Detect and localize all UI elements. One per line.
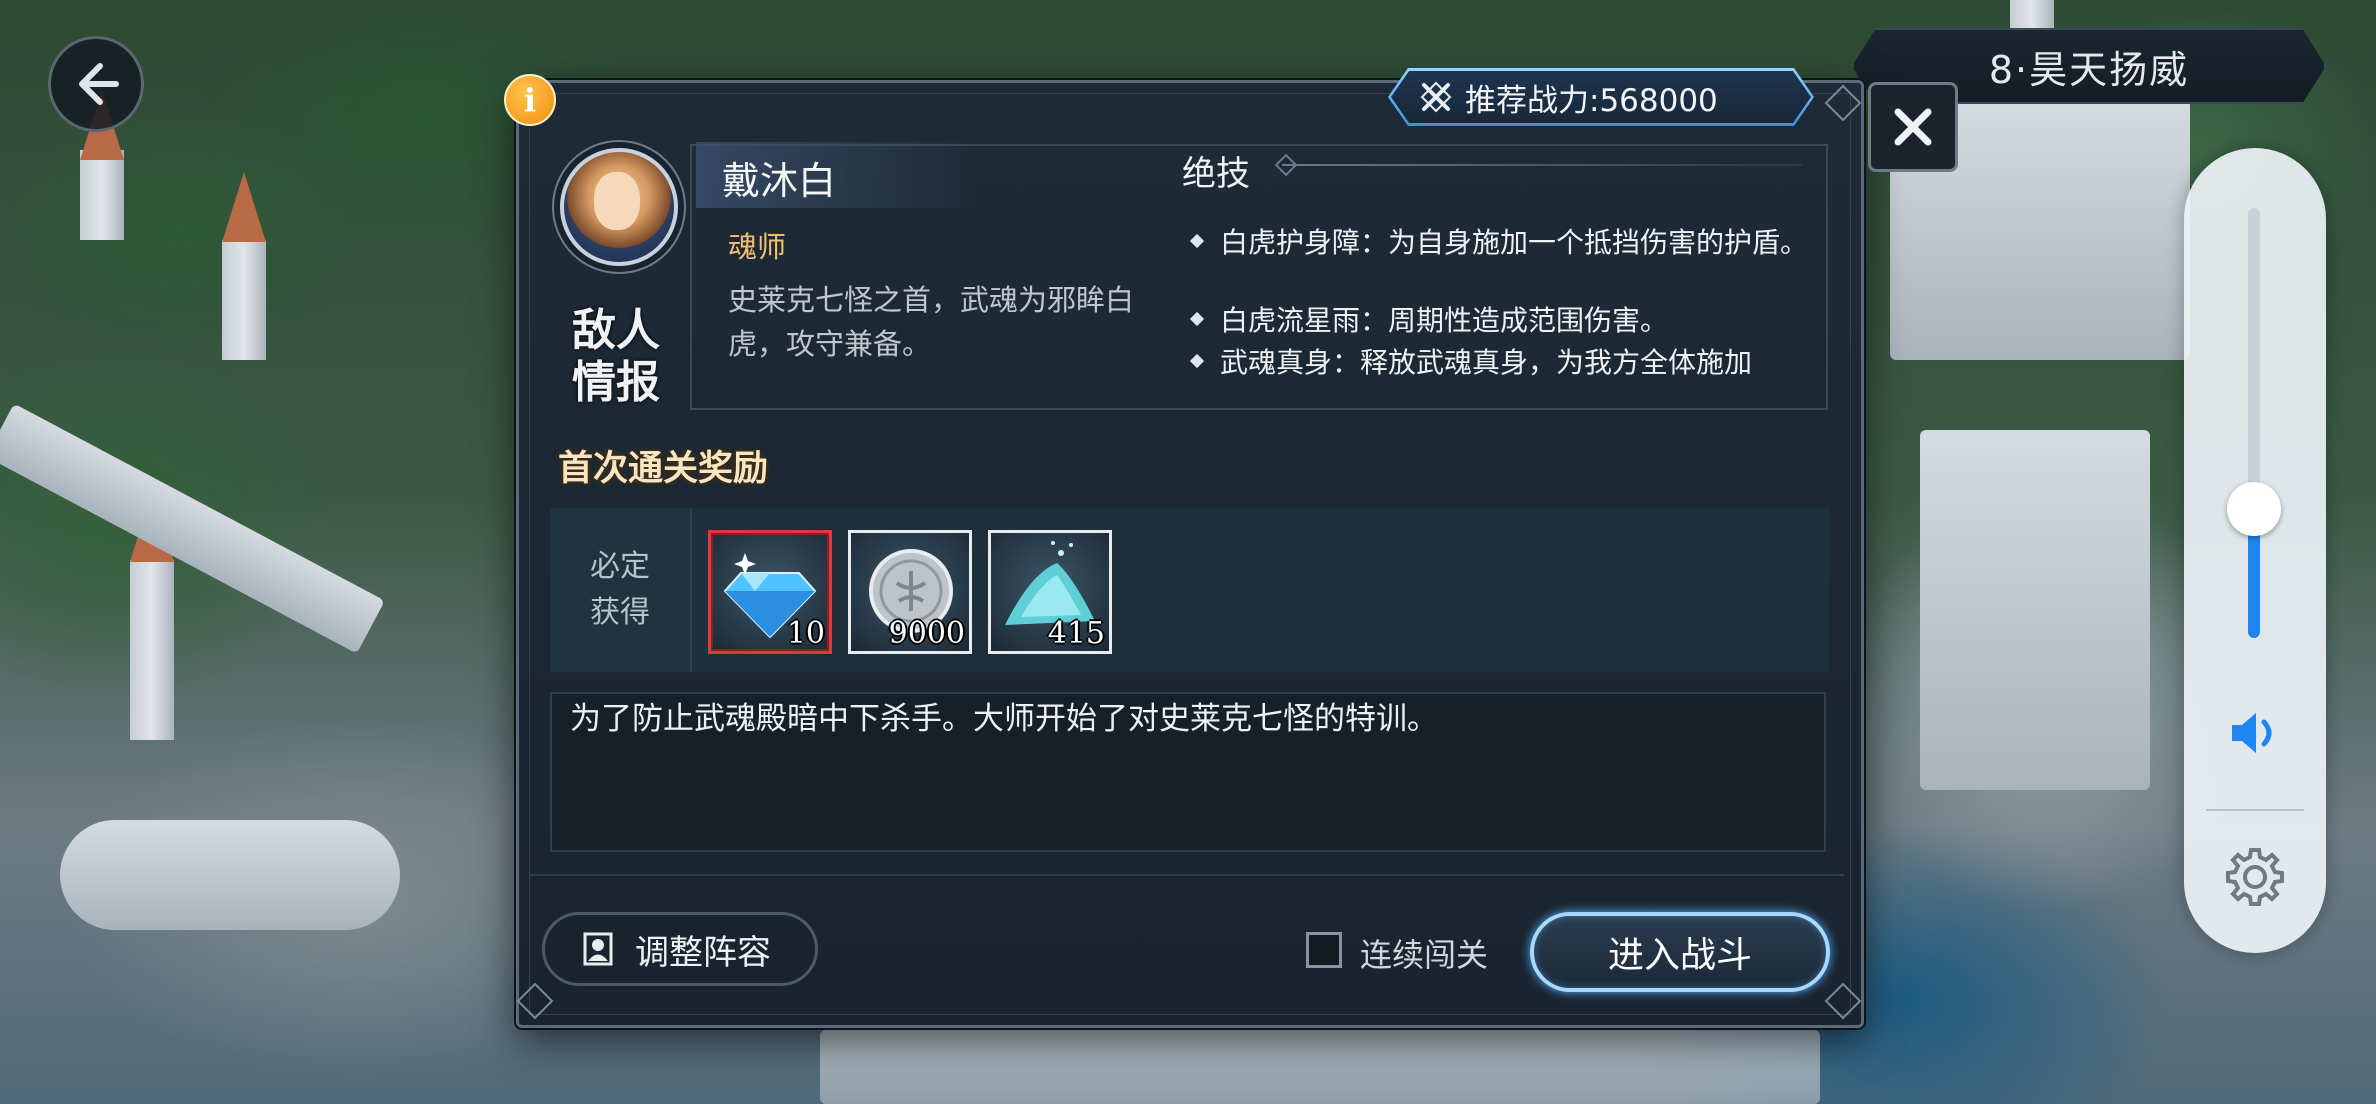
enemy-intel-title: 敌人情报 <box>572 305 660 408</box>
close-icon <box>1894 108 1932 146</box>
arrow-left-icon <box>79 63 119 105</box>
reward-item-diamond[interactable]: 10 <box>708 530 832 654</box>
enemy-class: 魂师 <box>728 230 787 264</box>
skills-title: 绝技 <box>1182 154 1250 194</box>
volume-slider-handle[interactable] <box>2227 482 2281 536</box>
story-text: 为了防止武魂殿暗中下杀手。大师开始了对史莱克七怪的特训。 <box>570 701 1438 737</box>
volume-panel-divider <box>2206 809 2304 811</box>
reward-item-crystal-dust[interactable]: 415 <box>988 530 1112 654</box>
speaker-icon[interactable] <box>2228 706 2282 760</box>
adjust-lineup-label: 调整阵容 <box>635 932 771 973</box>
skill-item: 白虎护身障：为自身施加一个抵挡伤害的护盾。 <box>1190 224 1820 262</box>
skill-item: 武魂真身：释放武魂真身，为我方全体施加 <box>1190 344 1820 382</box>
volume-panel <box>2184 148 2326 953</box>
reward-item-silver-coin[interactable]: 9000 <box>848 530 972 654</box>
continuous-challenge-label: 连续闯关 <box>1360 936 1489 974</box>
close-button[interactable] <box>1868 82 1958 172</box>
skills-divider <box>1282 164 1802 166</box>
crossed-swords-icon <box>1419 80 1453 114</box>
enemy-avatar <box>560 148 678 266</box>
item-count: 415 <box>1047 616 1105 651</box>
continuous-challenge-checkbox[interactable] <box>1306 932 1342 968</box>
enemy-description: 史莱克七怪之首，武魂为邪眸白虎，攻守兼备。 <box>728 283 1135 361</box>
team-lineup-icon <box>583 932 613 966</box>
guaranteed-label: 必定获得 <box>590 549 650 630</box>
item-count: 9000 <box>888 616 965 651</box>
adjust-lineup-button[interactable]: 调整阵容 <box>542 912 818 986</box>
footer-divider <box>530 874 1844 876</box>
first-clear-reward-title: 首次通关奖励 <box>558 449 769 489</box>
enter-battle-label: 进入战斗 <box>1607 935 1752 976</box>
enter-battle-button[interactable]: 进入战斗 <box>1530 912 1830 992</box>
item-count: 10 <box>786 616 825 651</box>
volume-slider[interactable] <box>2227 208 2281 638</box>
back-button[interactable] <box>48 36 144 132</box>
skill-item: 白虎流星雨：周期性造成范围伤害。 <box>1190 302 1820 340</box>
gear-icon[interactable] <box>2222 844 2288 910</box>
recommended-power-banner: 推荐战力:568000 <box>1388 68 1814 126</box>
enemy-name: 戴沐白 <box>722 159 837 203</box>
recommended-power-text: 推荐战力:568000 <box>1465 82 1718 119</box>
info-icon[interactable]: i <box>504 74 556 126</box>
